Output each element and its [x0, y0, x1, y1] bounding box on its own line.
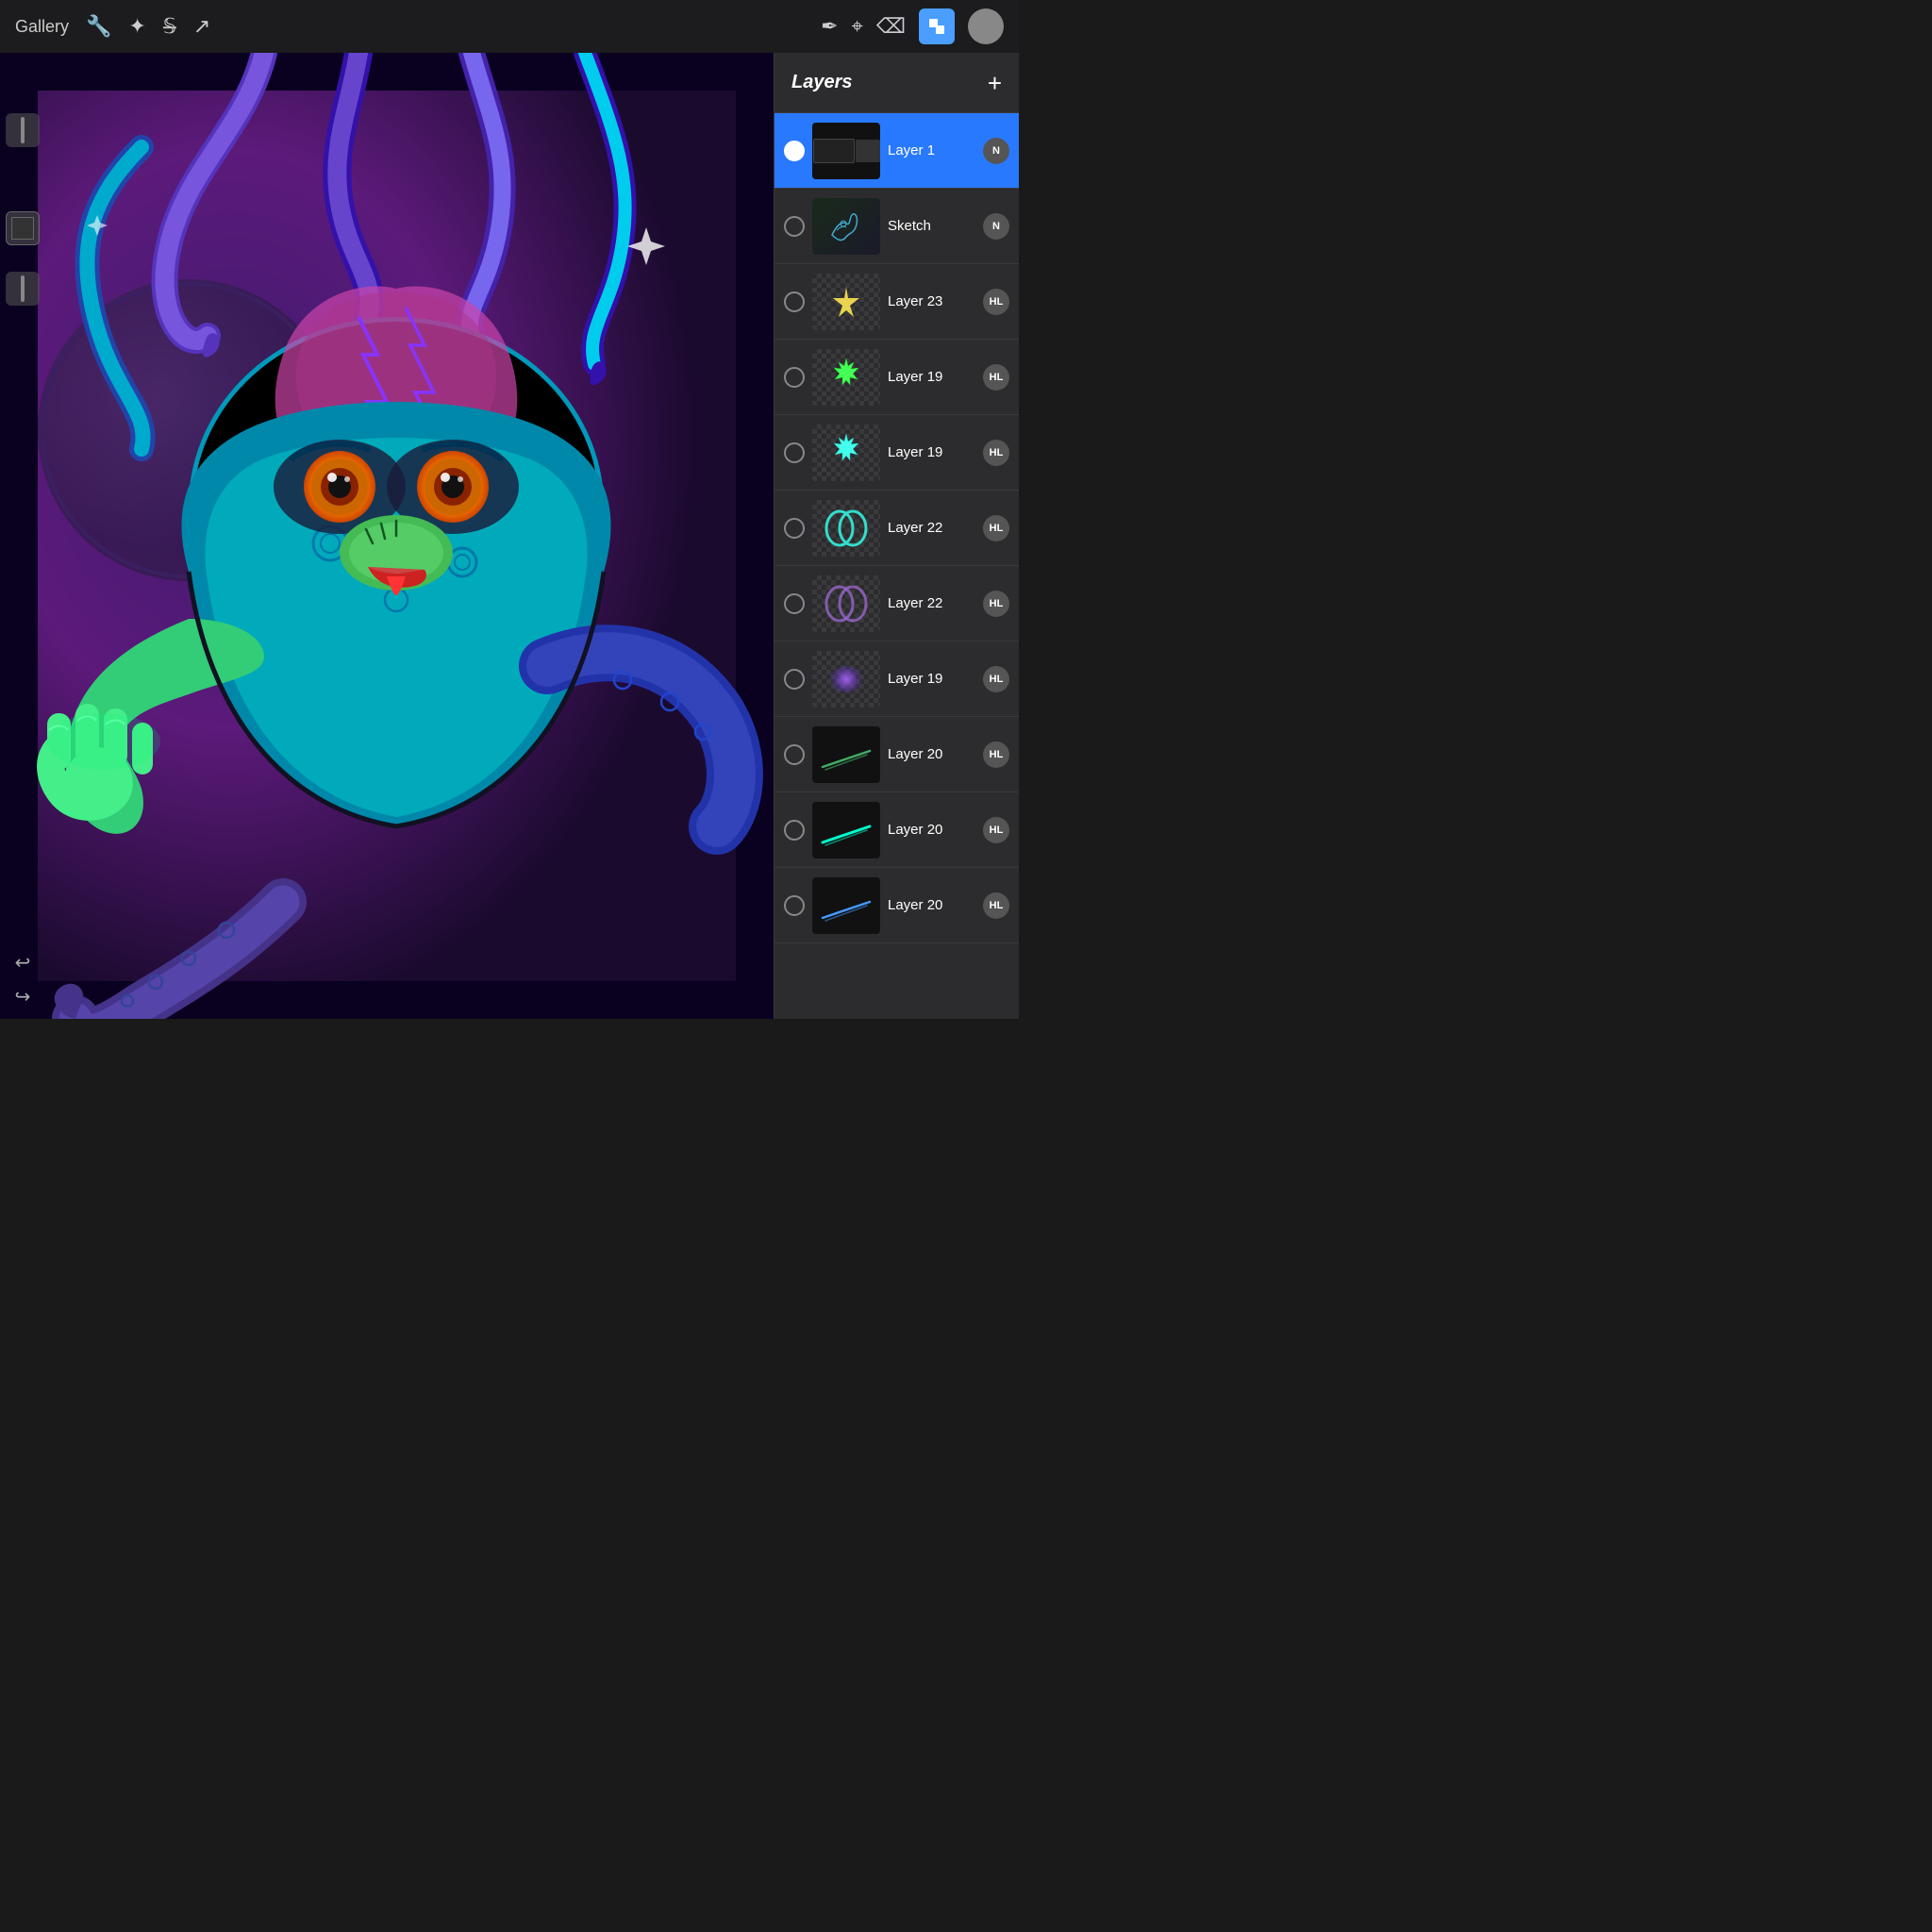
layer-badge-layer20a: HL [983, 741, 1009, 768]
layer-badge-layer22a: HL [983, 515, 1009, 541]
layer-visibility-layer1[interactable] [784, 141, 805, 161]
profile-icon[interactable] [968, 8, 1004, 44]
layer-thumbnail-layer22b [812, 575, 880, 632]
pen-nib-icon[interactable]: ✒ [821, 14, 838, 39]
gallery-button[interactable]: Gallery [15, 17, 69, 37]
canvas-area: ↩ ↪ Layers + Layer 1 N [0, 53, 1019, 1019]
layer-thumbnail-layer20b [812, 802, 880, 858]
layer-item-layer20c[interactable]: Layer 20 HL [774, 868, 1019, 943]
strikethrough-icon[interactable]: 𝕊̶ [163, 14, 176, 39]
layer-name-layer1: Layer 1 [888, 142, 975, 158]
layers-header: Layers + [774, 53, 1019, 113]
layer-thumbnail-layer19b [812, 425, 880, 481]
artwork-canvas[interactable] [0, 53, 774, 1019]
opacity-slider[interactable] [6, 272, 40, 306]
layer-name-layer22b: Layer 22 [888, 595, 975, 611]
left-sidebar: ↩ ↪ [0, 106, 45, 1019]
magic-icon[interactable]: ✦ [128, 14, 145, 39]
layer-badge-layer20c: HL [983, 892, 1009, 919]
layer-visibility-layer22b[interactable] [784, 593, 805, 614]
layer-thumbnail-layer1 [812, 123, 880, 179]
layer-thumbnail-layer19c [812, 651, 880, 708]
layer-item-layer19b[interactable]: Layer 19 HL [774, 415, 1019, 491]
wrench-icon[interactable]: 🔧 [86, 14, 111, 39]
layer-name-layer20a: Layer 20 [888, 746, 975, 762]
layer-thumbnail-layer23 [812, 274, 880, 330]
layer-badge-layer20b: HL [983, 817, 1009, 843]
layer-visibility-layer19c[interactable] [784, 669, 805, 690]
layer-visibility-layer19a[interactable] [784, 367, 805, 388]
layer-badge-layer19a: HL [983, 364, 1009, 391]
layer-item-layer20a[interactable]: Layer 20 HL [774, 717, 1019, 792]
brush-icon[interactable]: ⌖ [852, 14, 863, 39]
undo-button[interactable]: ↩ [8, 947, 38, 977]
toolbar-left: Gallery 🔧 ✦ 𝕊̶ ↗ [15, 14, 210, 39]
layers-button[interactable] [919, 8, 955, 44]
layer-name-layer20c: Layer 20 [888, 897, 975, 913]
layer-item-layer20b[interactable]: Layer 20 HL [774, 792, 1019, 868]
layers-list: Layer 1 N Sketch N [774, 113, 1019, 1019]
layer-item-layer23[interactable]: Layer 23 HL [774, 264, 1019, 340]
layer-item-layer19c[interactable]: Layer 19 HL [774, 641, 1019, 717]
layers-panel: Layers + Layer 1 N [774, 53, 1019, 1019]
layer-item-layer19a[interactable]: Layer 19 HL [774, 340, 1019, 415]
layer-thumbnail-layer19a [812, 349, 880, 406]
toolbar: Gallery 🔧 ✦ 𝕊̶ ↗ ✒ ⌖ ⌫ [0, 0, 1019, 53]
layers-title: Layers [791, 72, 853, 93]
layer-thumbnail-sketch [812, 198, 880, 255]
layer-name-sketch: Sketch [888, 218, 975, 234]
layer-thumbnail-layer20a [812, 726, 880, 783]
brightness-slider[interactable] [6, 113, 40, 147]
layer-badge-layer1: N [983, 138, 1009, 164]
layer-name-layer22a: Layer 22 [888, 520, 975, 536]
layer-thumbnail-layer20c [812, 877, 880, 934]
layer-visibility-layer19b[interactable] [784, 442, 805, 463]
layer-visibility-sketch[interactable] [784, 216, 805, 237]
layer-name-layer19c: Layer 19 [888, 671, 975, 687]
layer-name-layer23: Layer 23 [888, 293, 975, 309]
layer-item-sketch[interactable]: Sketch N [774, 189, 1019, 264]
layer-item-layer1[interactable]: Layer 1 N [774, 113, 1019, 189]
layer-badge-sketch: N [983, 213, 1009, 240]
layer-badge-layer22b: HL [983, 591, 1009, 617]
layer-name-layer19b: Layer 19 [888, 444, 975, 460]
layer-visibility-layer20a[interactable] [784, 744, 805, 765]
layer-item-layer22a[interactable]: Layer 22 HL [774, 491, 1019, 566]
color-swatch[interactable] [6, 211, 40, 245]
eraser-icon[interactable]: ⌫ [876, 14, 906, 39]
layer-name-layer19a: Layer 19 [888, 369, 975, 385]
layer-badge-layer19c: HL [983, 666, 1009, 692]
toolbar-right: ✒ ⌖ ⌫ [821, 8, 1004, 44]
layer-visibility-layer23[interactable] [784, 291, 805, 312]
layer-item-layer22b[interactable]: Layer 22 HL [774, 566, 1019, 641]
layer-thumbnail-layer22a [812, 500, 880, 557]
add-layer-button[interactable]: + [988, 71, 1002, 95]
layer-visibility-layer20c[interactable] [784, 895, 805, 916]
layer-name-layer20b: Layer 20 [888, 822, 975, 838]
arrow-icon[interactable]: ↗ [193, 14, 210, 39]
layer-visibility-layer22a[interactable] [784, 518, 805, 539]
layer-badge-layer19b: HL [983, 440, 1009, 466]
layer-badge-layer23: HL [983, 289, 1009, 315]
redo-button[interactable]: ↪ [8, 981, 38, 1011]
layer-visibility-layer20b[interactable] [784, 820, 805, 841]
